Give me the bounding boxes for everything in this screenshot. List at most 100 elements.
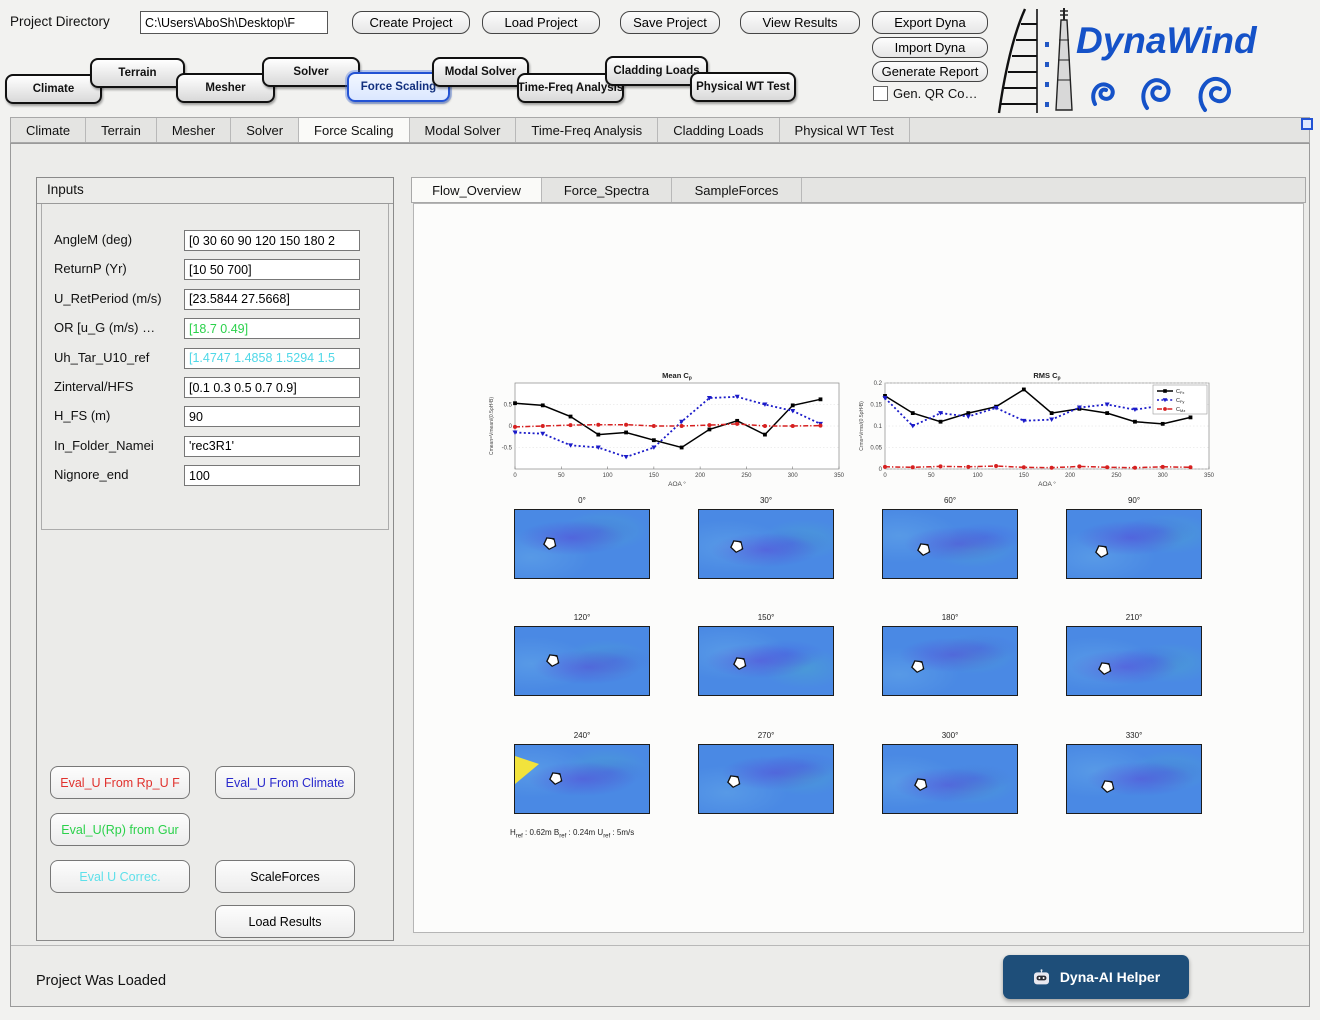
generate-report-button[interactable]: Generate Report xyxy=(872,61,988,82)
flow-contour-image xyxy=(882,509,1018,579)
yellow-region xyxy=(515,756,539,784)
inputs-fields-box: AngleM (deg) ReturnP (Yr) U_RetPeriod (m/s… xyxy=(41,204,389,530)
dyna-ai-helper-button[interactable]: Dyna-AI Helper xyxy=(1003,955,1189,999)
robot-icon xyxy=(1032,969,1051,985)
flow-image-label: 60° xyxy=(882,496,1018,505)
flow-image-grid: Href : 0.62m Bref : 0.24m Uref : 5m/s 0°… xyxy=(482,496,1222,848)
field-label-zinterval-hfs: Zinterval/HFS xyxy=(54,379,133,394)
workflow-button-climate[interactable]: Climate xyxy=(5,74,102,104)
button-eval-u-from-rp-u-f[interactable]: Eval_U From Rp_U F xyxy=(50,766,190,799)
svg-text:0.05: 0.05 xyxy=(870,446,882,452)
button-load-results[interactable]: Load Results xyxy=(215,905,355,938)
building-section-marker xyxy=(1094,543,1111,560)
flow-image-label: 180° xyxy=(882,613,1018,622)
load-project-button[interactable]: Load Project xyxy=(482,11,600,34)
dynawind-app: { "toolbar": { "project_directory_label"… xyxy=(0,0,1320,1020)
building-section-marker xyxy=(548,770,565,787)
button-eval-u-from-climate[interactable]: Eval_U From Climate xyxy=(215,766,355,799)
flow-contour-image xyxy=(514,626,650,696)
tab-climate[interactable]: Climate xyxy=(11,118,86,142)
create-project-button[interactable]: Create Project xyxy=(352,11,470,34)
field-label-u-retperiod-m-s: U_RetPeriod (m/s) xyxy=(54,291,162,306)
svg-text:-0.5: -0.5 xyxy=(502,446,513,452)
tab-mesher[interactable]: Mesher xyxy=(157,118,231,142)
building-section-marker xyxy=(913,775,930,792)
button-eval-u-rp-from-gur[interactable]: Eval_U(Rp) from Gur xyxy=(50,813,190,846)
field-label-in-folder-namei: In_Folder_Namei xyxy=(54,438,154,453)
divider xyxy=(11,945,1309,946)
workflow-button-mesher[interactable]: Mesher xyxy=(176,73,275,103)
field-input-returnp-yr[interactable] xyxy=(184,259,360,280)
project-directory-input[interactable] xyxy=(140,11,328,34)
flow-image-label: 120° xyxy=(514,613,650,622)
tab-cladding-loads[interactable]: Cladding Loads xyxy=(658,118,779,142)
svg-text:300: 300 xyxy=(788,473,799,479)
field-label-or-u-g-m-s: OR [u_G (m/s) … xyxy=(54,320,155,335)
field-input-zinterval-hfs[interactable] xyxy=(184,377,360,398)
flow-contour-image xyxy=(698,744,834,814)
field-label-anglem-deg: AngleM (deg) xyxy=(54,232,132,247)
workflow-button-physical-wt-test[interactable]: Physical WT Test xyxy=(690,72,796,102)
svg-text:0: 0 xyxy=(879,467,883,473)
flow-contour-image xyxy=(514,509,650,579)
field-input-anglem-deg[interactable] xyxy=(184,230,360,251)
building-section-marker xyxy=(729,538,746,555)
field-label-uh-tar-u10-ref: Uh_Tar_U10_ref xyxy=(54,350,149,365)
flow-contour-image xyxy=(882,744,1018,814)
flow-contour-image xyxy=(698,509,834,579)
export-dyna-button[interactable]: Export Dyna xyxy=(872,11,988,34)
field-input-u-retperiod-m-s[interactable] xyxy=(184,289,360,310)
workflow-button-modal-solver[interactable]: Modal Solver xyxy=(432,57,529,87)
field-input-uh-tar-u10-ref[interactable] xyxy=(184,348,360,369)
svg-text:0.5: 0.5 xyxy=(504,403,513,409)
save-project-button[interactable]: Save Project xyxy=(620,11,720,34)
button-scaleforces[interactable]: ScaleForces xyxy=(215,860,355,893)
flow-image-label: 210° xyxy=(1066,613,1202,622)
flow-image-label: 240° xyxy=(514,731,650,740)
results-tab-sampleforces[interactable]: SampleForces xyxy=(672,178,802,202)
tab-force-scaling[interactable]: Force Scaling xyxy=(299,118,409,142)
logo-title: DynaWind xyxy=(1076,20,1257,62)
flow-image-label: 330° xyxy=(1066,731,1202,740)
project-directory-label: Project Directory xyxy=(10,14,110,29)
flow-contour-image xyxy=(1066,509,1202,579)
tab-physical-wt-test[interactable]: Physical WT Test xyxy=(780,118,910,142)
field-input-nignore-end[interactable] xyxy=(184,465,360,486)
field-input-in-folder-namei[interactable] xyxy=(184,436,360,457)
tab-terrain[interactable]: Terrain xyxy=(86,118,157,142)
building-section-marker xyxy=(1097,660,1114,677)
building-section-marker xyxy=(910,657,927,674)
import-dyna-button[interactable]: Import Dyna xyxy=(872,37,988,58)
flow-grid-caption: Href : 0.62m Bref : 0.24m Uref : 5m/s xyxy=(510,828,634,840)
field-input-or-u-g-m-s[interactable] xyxy=(184,318,360,339)
results-tab-bar: Flow_OverviewForce_SpectraSampleForces xyxy=(411,177,1306,203)
workflow-button-solver[interactable]: Solver xyxy=(262,57,360,87)
flow-image-label: 30° xyxy=(698,496,834,505)
field-label-returnp-yr: ReturnP (Yr) xyxy=(54,261,127,276)
flow-image-label: 300° xyxy=(882,731,1018,740)
tab-time-freq-analysis[interactable]: Time-Freq Analysis xyxy=(516,118,658,142)
tab-solver[interactable]: Solver xyxy=(231,118,299,142)
flow-contour-image xyxy=(514,744,650,814)
results-tab-flow-overview[interactable]: Flow_Overview xyxy=(412,178,542,202)
building-section-marker xyxy=(545,652,562,669)
field-input-h-fs-m[interactable] xyxy=(184,406,360,427)
tab-modal-solver[interactable]: Modal Solver xyxy=(410,118,517,142)
view-results-button[interactable]: View Results xyxy=(740,11,860,34)
svg-text:350: 350 xyxy=(1204,473,1215,479)
svg-text:0: 0 xyxy=(883,473,887,479)
svg-text:Cmean=Vmean/(0.5ρH²B): Cmean=Vmean/(0.5ρH²B) xyxy=(489,397,495,455)
button-eval-u-correc[interactable]: Eval U Correc. xyxy=(50,860,190,893)
flow-contour-image xyxy=(698,626,834,696)
qr-checkbox[interactable] xyxy=(873,86,888,101)
tower-icon xyxy=(1056,8,1072,110)
svg-text:RMS Cp: RMS Cp xyxy=(1033,371,1060,382)
workflow-button-terrain[interactable]: Terrain xyxy=(90,58,185,88)
results-tab-force-spectra[interactable]: Force_Spectra xyxy=(542,178,672,202)
flow-image-label: 0° xyxy=(514,496,650,505)
tab-overflow-indicator[interactable] xyxy=(1301,118,1313,130)
svg-text:300: 300 xyxy=(1158,473,1169,479)
main-content-panel: Inputs AngleM (deg)ReturnP (Yr)U_RetPeri… xyxy=(10,143,1310,1007)
flow-contour-image xyxy=(882,626,1018,696)
dyna-ai-helper-label: Dyna-AI Helper xyxy=(1060,969,1160,985)
